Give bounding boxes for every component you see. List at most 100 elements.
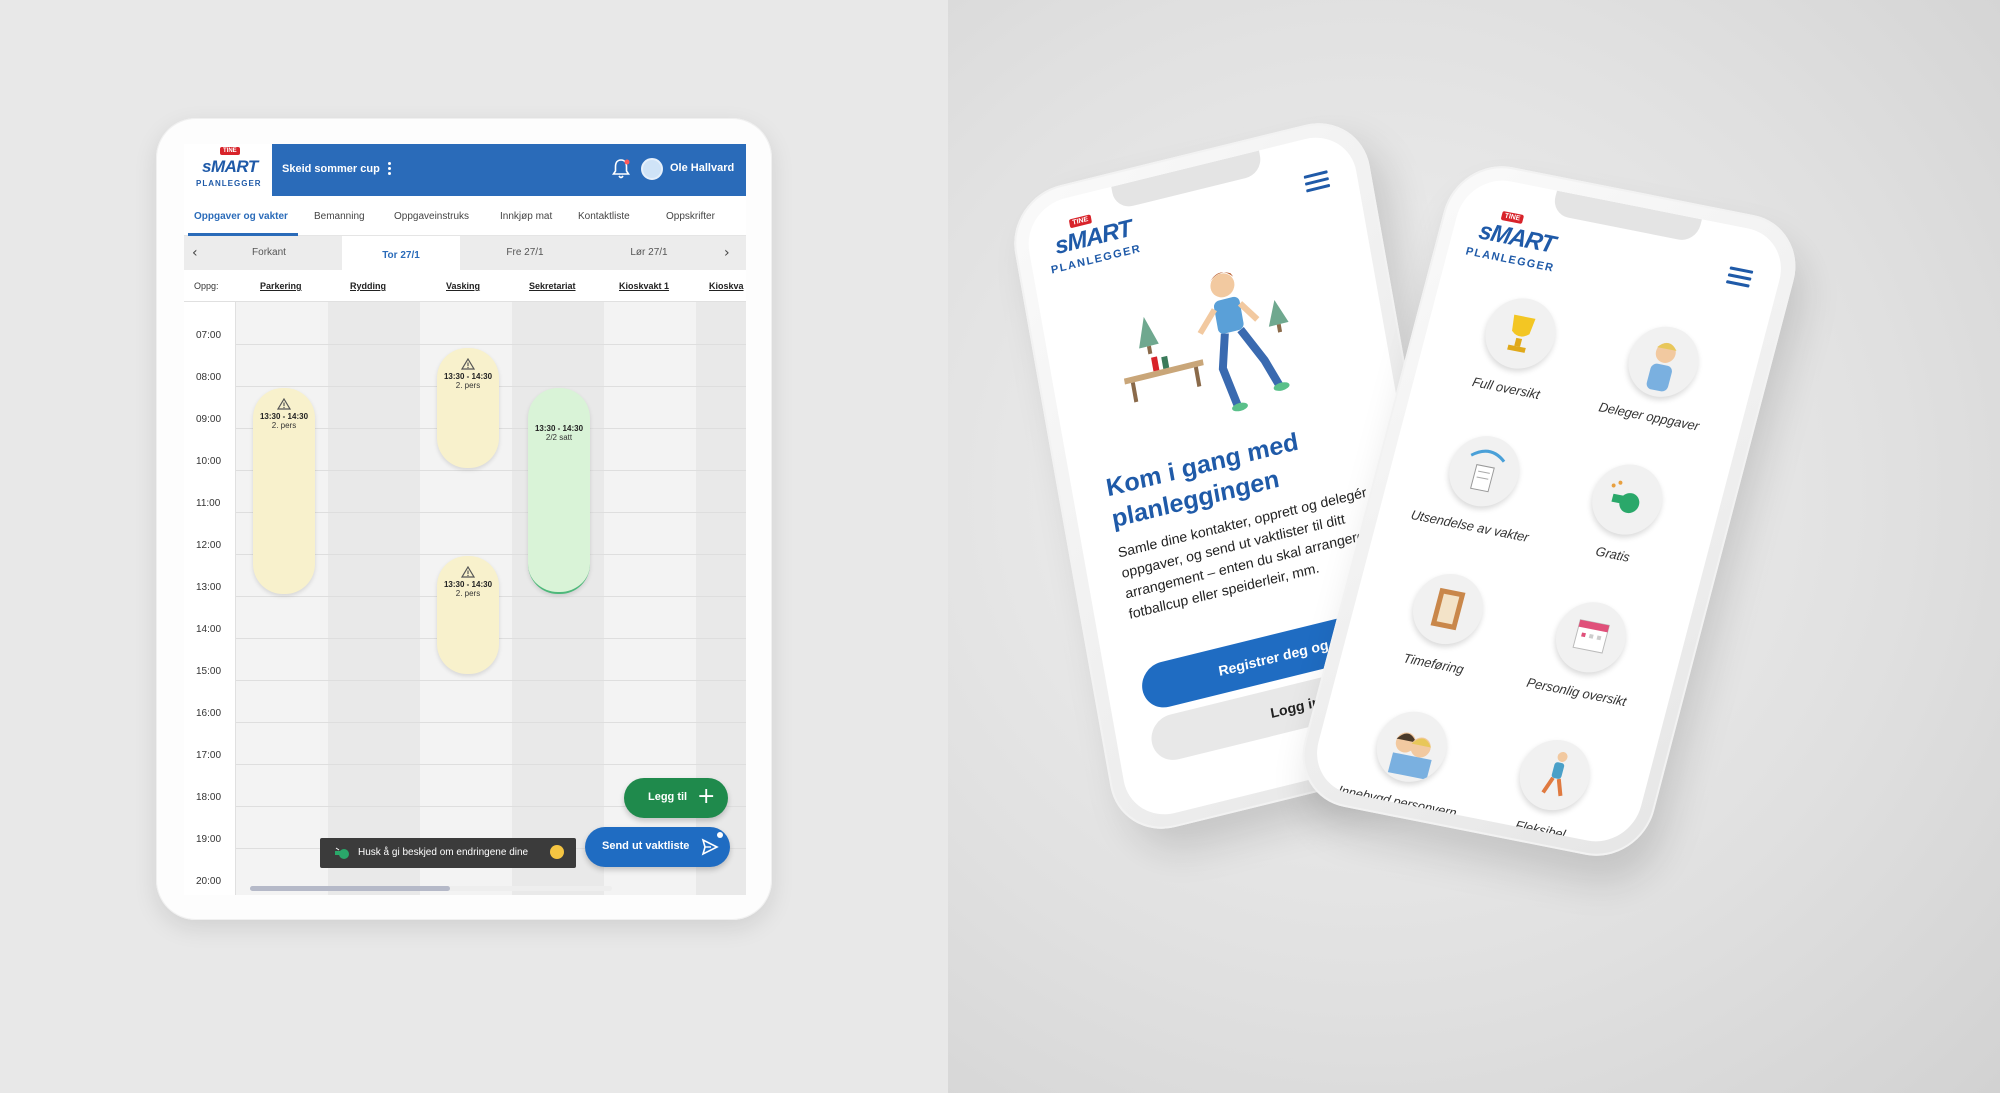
time-label: 09:00 [196,414,222,425]
time-label: 08:00 [196,372,222,383]
people-icon [1368,705,1455,788]
tab-bemanning[interactable]: Bemanning [314,211,365,222]
task-column-headers: Oppg: Parkering Rydding Vasking Sekretar… [184,270,746,302]
time-column: 07:00 08:00 09:00 10:00 11:00 12:00 13:0… [184,302,236,895]
feature-label: Timeføring [1401,650,1466,677]
send-icon [701,838,719,856]
shift-info: 2/2 satt [545,433,573,442]
time-label: 15:00 [196,666,222,677]
time-label: 11:00 [196,498,221,509]
grid-line [236,764,746,765]
day-tab-fre[interactable]: Fre 27/1 [466,236,584,270]
more-options-icon[interactable] [384,160,394,180]
task-header-kioskvakt-2[interactable]: Kioskva [709,281,744,291]
chevron-right-icon[interactable]: › [724,245,738,261]
feature-timeforing[interactable]: Timeføring [1368,562,1519,685]
horizontal-scrollbar[interactable] [250,886,612,891]
logo-tine: TINE [220,147,240,155]
smiling-emoji-icon [550,845,564,859]
calendar-icon [1548,596,1634,679]
shift-card-sekretariat[interactable]: 13:30 - 14:30 2/2 satt [528,388,590,594]
top-app-bar: TINE sMART PLANLEGGER Skeid sommer cup O… [184,144,746,196]
trophy-icon [1477,292,1564,375]
add-button-label: Legg til [648,791,688,803]
feature-label: Deleger oppgaver [1597,399,1701,434]
person-icon [1620,320,1707,403]
grid-line [236,680,746,681]
paper-plane-icon [1441,430,1528,513]
reminder-toast: Husk å gi beskjed om endringene dine [320,838,576,868]
event-name[interactable]: Skeid sommer cup [282,163,380,175]
feature-label: Utsendelse av vakter [1409,506,1531,545]
task-header-label: Oppg: [194,281,219,291]
menu-icon[interactable] [1303,170,1331,193]
grid-line [236,722,746,723]
tab-kontaktliste[interactable]: Kontaktliste [578,211,630,222]
notification-dot [717,832,723,838]
main-tabs: Oppgaver og vakter Bemanning Oppgaveinst… [184,196,746,236]
send-shift-list-button[interactable]: Send ut vaktliste [585,827,730,867]
tablet-screen: TINE sMART PLANLEGGER Skeid sommer cup O… [184,144,746,895]
shift-time: 13:30 - 14:30 [534,424,584,433]
tab-oppgaver-og-vakter[interactable]: Oppgaver og vakter [194,211,288,222]
task-header-kioskvakt-1[interactable]: Kioskvakt 1 [619,281,669,291]
time-label: 10:00 [196,456,222,467]
feature-innebygd-personvern[interactable]: Innebygd personvern [1332,700,1483,823]
frame-icon [1405,567,1491,651]
day-tab-lor[interactable]: Lør 27/1 [590,236,708,270]
tab-oppskrifter[interactable]: Oppskrifter [666,211,715,222]
tablet-device: TINE sMART PLANLEGGER Skeid sommer cup O… [156,118,772,920]
shift-time: 13:30 - 14:30 [443,372,493,381]
toast-text: Husk å gi beskjed om endringene dine [358,847,529,858]
time-label: 12:00 [196,540,222,551]
time-label: 19:00 [196,834,222,845]
chevron-left-icon[interactable]: ‹ [192,245,206,261]
time-label: 20:00 [196,876,222,887]
scrollbar-thumb[interactable] [250,886,450,891]
shift-card-parkering[interactable]: 13:30 - 14:30 2. pers [253,388,315,594]
warning-icon [461,358,475,370]
day-tab-tor[interactable]: Tor 27/1 [342,236,460,270]
feature-full-oversikt[interactable]: Full oversikt [1441,287,1592,410]
tab-oppgaveinstruks[interactable]: Oppgaveinstruks [394,211,469,222]
shift-time: 13:30 - 14:30 [443,580,493,589]
feature-personlig-oversikt[interactable]: Personlig oversikt [1511,590,1662,713]
user-avatar[interactable] [641,158,663,180]
day-tab-forkant[interactable]: Forkant [210,236,328,270]
feature-deleger-oppgaver[interactable]: Deleger oppgaver [1584,315,1735,438]
time-label: 16:00 [196,708,222,719]
shift-card-vasking[interactable]: 13:30 - 14:30 2. pers [437,348,499,468]
add-button[interactable]: Legg til + [624,778,728,818]
task-header-sekretariat[interactable]: Sekretariat [529,281,576,291]
shift-info: 2. pers [271,421,297,430]
logo-smart: sMART [202,157,258,176]
time-label: 07:00 [196,330,222,341]
runner-illustration [1123,272,1290,412]
feature-utsendelse-av-vakter[interactable]: Utsendelse av vakter [1405,424,1556,547]
time-label: 17:00 [196,750,222,761]
time-label: 14:00 [196,624,222,635]
feature-label: Full oversikt [1470,374,1542,403]
notification-bell-icon[interactable] [611,158,631,180]
menu-icon[interactable] [1725,266,1754,288]
shift-info: 2. pers [455,381,481,390]
task-header-rydding[interactable]: Rydding [350,281,386,291]
task-header-vasking[interactable]: Vasking [446,281,480,291]
feature-gratis[interactable]: Gratis [1548,453,1699,576]
feature-fleksibel[interactable]: Fleksibel [1475,728,1626,849]
time-label: 13:00 [196,582,222,593]
whistle-icon [1584,458,1671,541]
task-header-parkering[interactable]: Parkering [260,281,302,291]
grid-line [236,344,746,345]
warning-icon [461,566,475,578]
app-logo[interactable]: TINE sMART PLANLEGGER [184,144,272,196]
whistle-icon [335,847,349,859]
user-name[interactable]: Ole Hallvard [670,162,734,174]
plus-icon: + [697,784,716,809]
shift-card-vasking-2[interactable]: 13:30 - 14:30 2. pers [437,556,499,674]
send-button-label: Send ut vaktliste [602,840,690,852]
day-selector: ‹ Forkant Tor 27/1 Fre 27/1 Lør 27/1 › [184,236,746,270]
tab-innkjop-mat[interactable]: Innkjøp mat [500,211,552,222]
logo-planlegger: PLANLEGGER [196,179,262,188]
shift-time: 13:30 - 14:30 [259,412,309,421]
